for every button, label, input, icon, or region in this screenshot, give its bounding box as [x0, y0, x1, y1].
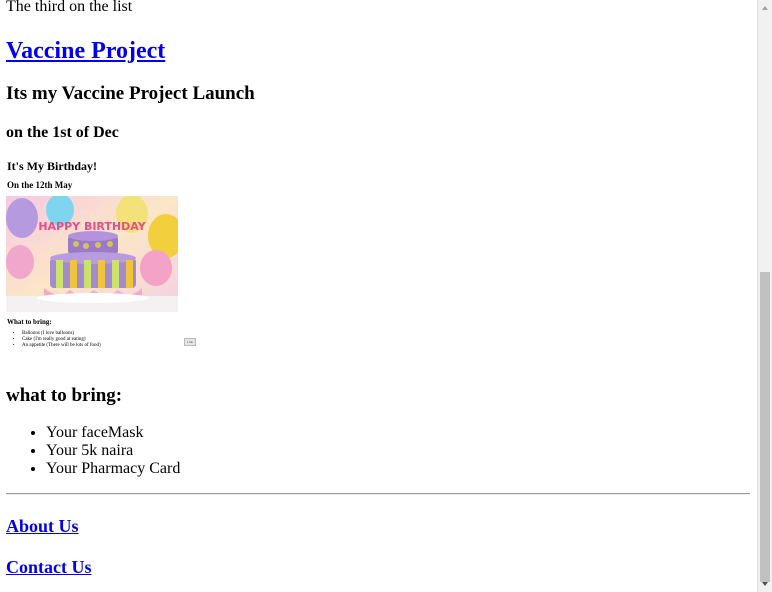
birthday-bring-title: What to bring:: [7, 318, 52, 326]
about-us-link[interactable]: About Us: [6, 516, 750, 537]
birthday-title: It's My Birthday!: [7, 159, 97, 173]
launch-heading: Its my Vaccine Project Launch: [6, 83, 255, 104]
page: The third on the list Vaccine Project It…: [0, 0, 772, 592]
content: The third on the list Vaccine Project It…: [6, 0, 750, 578]
launch-date: on the 1st of Dec: [6, 124, 119, 141]
bring-list: Your faceMask Your 5k naira Your Pharmac…: [6, 424, 750, 478]
birthday-date: On the 12th May: [7, 180, 73, 190]
birthday-bring-list: Balloons (I love balloons) Cake (I'm rea…: [6, 331, 101, 349]
scrollbar-thumb[interactable]: [760, 272, 770, 582]
list-item: Your Pharmacy Card: [46, 460, 750, 478]
list-item: Your faceMask: [46, 424, 750, 442]
divider: [6, 493, 750, 495]
scroll-down-arrow-icon[interactable]: [762, 582, 768, 586]
bring-heading: what to bring:: [6, 385, 123, 406]
vertical-scrollbar[interactable]: [757, 0, 772, 592]
contact-us-link[interactable]: Contact Us: [6, 557, 750, 578]
birthday-cake-image: HAPPY BIRTHDAY: [6, 196, 178, 312]
vaccine-project-link[interactable]: Vaccine Project: [6, 37, 750, 65]
scroll-up-arrow-icon[interactable]: [762, 6, 768, 10]
list-item: Your 5k naira: [46, 442, 750, 460]
intro-text: The third on the list: [6, 0, 133, 15]
list-item: An appetite (There will be lots of food): [22, 343, 101, 349]
embedded-link-button[interactable]: Link: [184, 338, 196, 346]
embedded-birthday-page: It's My Birthday! On the 12th May HAPPY …: [6, 159, 206, 359]
